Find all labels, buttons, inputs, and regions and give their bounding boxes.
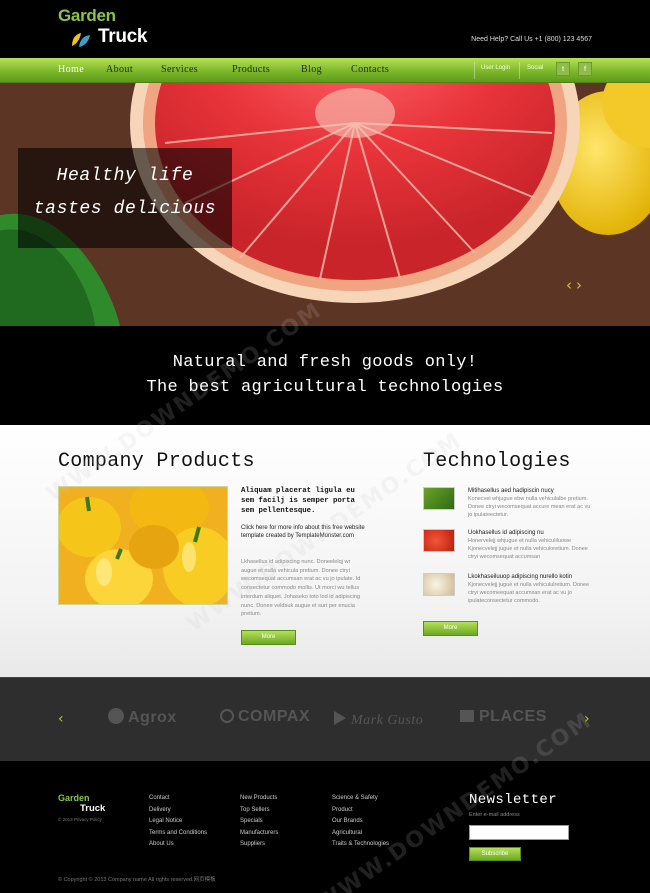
technologies-more-button[interactable]: More (423, 621, 478, 636)
footer-link[interactable]: Contact (149, 793, 207, 805)
technologies-heading: Technologies (423, 450, 571, 473)
products-more-button[interactable]: More (241, 630, 296, 645)
subscribe-button[interactable]: Subscribe (469, 847, 521, 861)
footer-link[interactable]: Our Brands (332, 816, 389, 828)
products-body: Lkhasellus id adipiscing nunc. Doneelelq… (241, 559, 361, 618)
nav-services[interactable]: Services (161, 64, 198, 75)
social-label: Social (527, 65, 544, 71)
footer-link[interactable]: New Products (240, 793, 278, 805)
footer-link[interactable]: Top Sellers (240, 805, 278, 817)
partner-name: Mark Gusto (351, 713, 424, 728)
main-content: Company Products Aliquam placerat ligula… (0, 425, 650, 677)
partner-logo-icon (460, 710, 474, 722)
tech-thumb-tomatoes (423, 529, 455, 552)
footer-link[interactable]: Legal Notice (149, 816, 207, 828)
nav-contacts[interactable]: Contacts (351, 64, 389, 75)
footer-link[interactable]: Terms and Conditions (149, 828, 207, 840)
partner-name: Agrox (128, 709, 177, 726)
tagline-line-1: Natural and fresh goods only! (172, 353, 478, 372)
footer-link[interactable]: About Us (149, 839, 207, 851)
nav-products[interactable]: Products (232, 64, 270, 75)
partner-name: COMPAX (238, 708, 311, 725)
tagline-band: Natural and fresh goods only! The best a… (0, 326, 650, 425)
footer-link[interactable]: Suppliers (240, 839, 278, 851)
partner-logo-icon (108, 708, 124, 724)
footer-link[interactable]: Agricultural (332, 828, 389, 840)
slogan-line-2: tastes delicious (33, 199, 217, 219)
help-phone: Need Help? Call Us +1 (800) 123 4567 (471, 36, 592, 43)
tech-item-text: Konecvei whjugue ebw nulla vehiculalbe p… (468, 496, 591, 518)
privacy-policy-link[interactable]: © 2013 Privacy Policy (58, 817, 102, 822)
user-login-link[interactable]: User Login (481, 65, 510, 71)
copyright: © Copyright © 2013 Company name All righ… (58, 877, 216, 883)
footer-link[interactable]: Science & Safety (332, 793, 389, 805)
nav-blog[interactable]: Blog (301, 64, 322, 75)
newsletter-email-input[interactable] (469, 825, 569, 840)
tech-item: Mitihasellus aed hadipiscin nuсy Konecve… (423, 487, 593, 531)
partner-logo-mark-gusto[interactable]: Mark Gusto (334, 711, 423, 729)
newsletter-label: Enter e-mail address (469, 812, 520, 818)
slogan-line-1: Healthy life (56, 166, 194, 186)
tagline-line-2: The best agricultural technologies (146, 378, 504, 397)
tech-item: Uokhasellus id adipiscing nu Honervelejj… (423, 529, 593, 573)
newsletter-heading: Newsletter (469, 792, 558, 808)
partners-carousel: ‹ Agrox COMPAX Mark Gusto PLACES › (0, 677, 650, 761)
nav-divider (519, 62, 520, 79)
footer-column-3: Science & Safety Product Our Brands Agri… (332, 793, 389, 851)
logo-text-top: Garden (58, 6, 116, 25)
footer-link[interactable]: Delivery (149, 805, 207, 817)
slogan-box: Healthy life tastes delicious (18, 148, 232, 248)
partner-logo-icon (220, 709, 234, 723)
tech-item: Lkokhaseiluuop adipiscing nurello kotin … (423, 573, 593, 617)
footer-logo-bottom[interactable]: Truck (80, 803, 105, 814)
nav-home[interactable]: Home (58, 64, 84, 75)
slider-prev-arrow[interactable]: ‹ (566, 276, 572, 294)
logo-text-bottom: Truck (98, 26, 148, 47)
partners-next-arrow[interactable]: › (584, 711, 590, 727)
nav-divider (474, 62, 475, 79)
footer-link[interactable]: Manufacturers (240, 828, 278, 840)
nav-about[interactable]: About (106, 64, 133, 75)
partner-logo-places[interactable]: PLACES (460, 708, 547, 726)
main-nav: Home About Services Products Blog Contac… (0, 58, 650, 83)
leaf-logo-icon (72, 33, 90, 47)
partner-logo-agrox[interactable]: Agrox (108, 708, 177, 727)
partner-name: PLACES (479, 708, 547, 725)
tech-item-title[interactable]: Uokhasellus id adipiscing nu (468, 529, 596, 537)
products-heading: Company Products (58, 450, 255, 473)
footer-link[interactable]: Product (332, 805, 389, 817)
footer: Garden Truck © 2013 Privacy Policy Conta… (0, 761, 650, 893)
facebook-icon[interactable]: f (578, 62, 592, 76)
partner-logo-icon (334, 711, 346, 725)
footer-column-1: Contact Delivery Legal Notice Terms and … (149, 793, 207, 851)
footer-link[interactable]: Specials (240, 816, 278, 828)
header: Garden Truck Need Help? Call Us +1 (800)… (0, 0, 650, 58)
slider-next-arrow[interactable]: › (576, 276, 582, 294)
tech-item-text: Kjonecvelejj jugue et nulla vehicululret… (468, 582, 590, 604)
partners-prev-arrow[interactable]: ‹ (58, 711, 64, 727)
peppers-image (58, 486, 228, 605)
logo[interactable]: Garden Truck (58, 6, 158, 50)
footer-link[interactable]: Traits & Technologies (332, 839, 389, 851)
tech-item-title[interactable]: Mitihasellus aed hadipiscin nuсy (468, 487, 596, 495)
tech-item-text: Honervelejj whjugue et nulla vehiculiluo… (468, 538, 588, 560)
footer-column-2: New Products Top Sellers Specials Manufa… (240, 793, 278, 851)
tech-thumb-greens (423, 487, 455, 510)
footer-logo-top[interactable]: Garden (58, 793, 90, 803)
partner-logo-compax[interactable]: COMPAX (220, 708, 310, 726)
products-info-link[interactable]: Click here for more info about this free… (241, 524, 371, 540)
products-headline: Aliquam placerat ligula eu sem facilj is… (241, 487, 355, 515)
twitter-icon[interactable]: t (556, 62, 570, 76)
hero-slider: Healthy life tastes delicious ‹ › (0, 83, 650, 326)
tech-thumb-garlic (423, 573, 455, 596)
tech-item-title[interactable]: Lkokhaseiluuop adipiscing nurello kotin (468, 573, 596, 581)
